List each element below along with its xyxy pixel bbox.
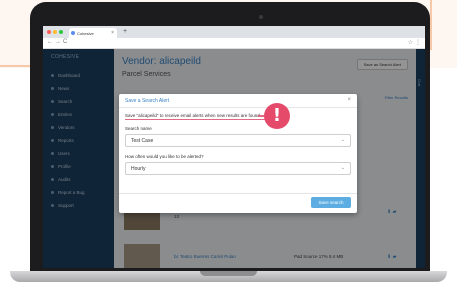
bookmark-star-icon[interactable]: ☆: [408, 39, 413, 46]
alert-exclamation-icon: !: [264, 103, 290, 129]
save-search-modal: Save a Search Alert × Save "alicapeild" …: [119, 94, 357, 213]
chevron-down-icon: ⌄: [340, 137, 345, 143]
reload-button[interactable]: C: [63, 39, 67, 45]
laptop-screen: Cohesive × + ← → C ☆ ⋮ COHESIVE Dashboar…: [43, 26, 425, 268]
chevron-down-icon: ⌄: [340, 165, 345, 171]
save-search-button[interactable]: Save search: [311, 197, 351, 208]
tab-title: Cohesive: [77, 31, 94, 36]
window-close-icon[interactable]: [47, 30, 51, 34]
camera-icon: [259, 15, 263, 19]
modal-title: Save a Search Alert: [125, 98, 170, 104]
laptop-notch: [200, 271, 257, 276]
search-name-value: Test Case: [131, 138, 154, 144]
frequency-select[interactable]: Hourly ⌄: [125, 162, 351, 175]
forward-button[interactable]: →: [55, 39, 61, 45]
modal-footer-divider: [119, 193, 357, 194]
search-name-field[interactable]: Test Case ⌄: [125, 134, 351, 147]
new-tab-button[interactable]: +: [123, 28, 127, 35]
frequency-value: Hourly: [131, 166, 146, 172]
browser-menu-icon[interactable]: ⋮: [415, 39, 421, 46]
accent-line-vertical: [430, 0, 432, 50]
close-icon[interactable]: ×: [347, 97, 351, 103]
window-minimize-icon[interactable]: [53, 30, 57, 34]
modal-header: Save a Search Alert ×: [119, 94, 357, 108]
message-highlight-underline: [125, 119, 270, 120]
frequency-label: How often would you like to be alerted?: [125, 154, 204, 159]
modal-message: Save "alicapeild" to receive email alert…: [125, 113, 260, 118]
back-button[interactable]: ←: [47, 39, 53, 45]
tab-close-icon[interactable]: ×: [111, 30, 114, 36]
browser-tab-bar: Cohesive × +: [43, 26, 425, 38]
browser-tab[interactable]: Cohesive ×: [69, 28, 117, 38]
search-name-label: Search name: [125, 126, 152, 131]
address-bar[interactable]: ← → C ☆ ⋮: [43, 38, 425, 49]
window-maximize-icon[interactable]: [59, 30, 63, 34]
favicon-icon: [71, 31, 75, 35]
